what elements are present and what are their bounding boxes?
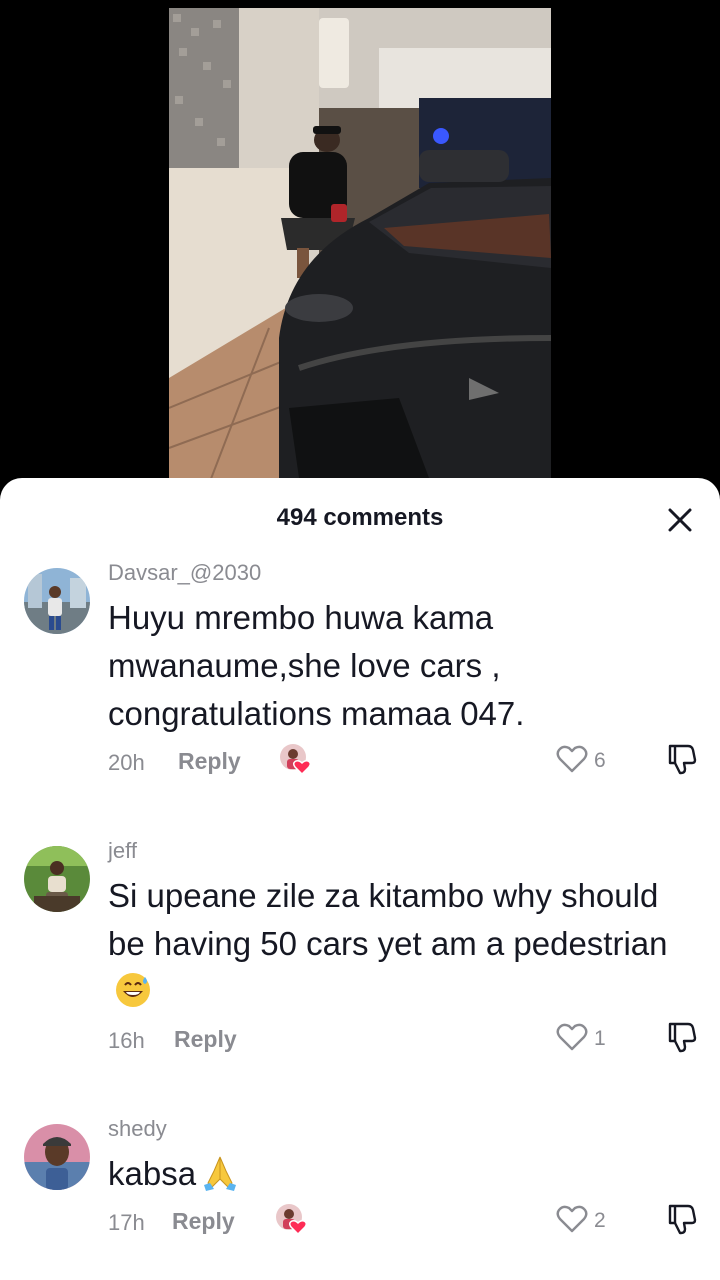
comment-text-content: kabsa — [108, 1155, 197, 1192]
like-button[interactable]: 1 — [556, 1022, 636, 1058]
creator-liked-icon — [278, 742, 314, 778]
dislike-icon[interactable] — [664, 742, 700, 778]
folded-hands-emoji — [202, 1153, 238, 1204]
like-count: 2 — [594, 1209, 606, 1232]
comment-username[interactable]: Davsar_@2030 — [108, 560, 261, 586]
comments-header: 494 comments — [0, 478, 720, 558]
like-button[interactable]: 6 — [556, 744, 636, 780]
heart-outline-icon — [556, 1023, 588, 1051]
comment-username[interactable]: shedy — [108, 1116, 167, 1142]
avatar[interactable] — [24, 846, 90, 912]
avatar[interactable] — [24, 1124, 90, 1190]
comment-username[interactable]: jeff — [108, 838, 137, 864]
grinning-sweat-emoji — [114, 971, 152, 1022]
comment-text: Si upeane zile za kitambo why should be … — [108, 872, 693, 1022]
comment-count: 494 comments — [276, 504, 444, 531]
like-button[interactable]: 2 — [556, 1204, 636, 1240]
comment-time: 20h — [108, 750, 145, 775]
comment-text-content: Si upeane zile za kitambo why should be … — [108, 877, 668, 962]
reply-button[interactable]: Reply — [172, 1208, 235, 1235]
avatar[interactable] — [24, 568, 90, 634]
comments-sheet: 494 comments Davsar_@2030 Huyu mrembo hu… — [0, 478, 720, 1280]
creator-liked-icon — [274, 1202, 310, 1238]
heart-outline-icon — [556, 1205, 588, 1233]
like-count: 6 — [594, 749, 606, 772]
comment-text: Huyu mrembo huwa kama mwanaume,she love … — [108, 594, 693, 738]
dislike-icon[interactable] — [664, 1020, 700, 1056]
comment-meta: 16h Reply 1 — [108, 1022, 708, 1060]
video-preview[interactable] — [169, 8, 551, 484]
heart-outline-icon — [556, 745, 588, 773]
video-frame — [169, 8, 551, 484]
comment-time: 17h — [108, 1210, 145, 1235]
close-icon[interactable] — [666, 506, 694, 534]
comment-meta: 20h Reply 6 — [108, 744, 708, 782]
like-count: 1 — [594, 1027, 606, 1050]
comment-time: 16h — [108, 1028, 145, 1053]
dislike-icon[interactable] — [664, 1202, 700, 1238]
reply-button[interactable]: Reply — [178, 748, 241, 775]
comment-text: kabsa — [108, 1150, 693, 1204]
comment-text-content: Huyu mrembo huwa kama mwanaume,she love … — [108, 599, 525, 732]
comment-meta: 17h Reply 2 — [108, 1204, 708, 1242]
reply-button[interactable]: Reply — [174, 1026, 237, 1053]
